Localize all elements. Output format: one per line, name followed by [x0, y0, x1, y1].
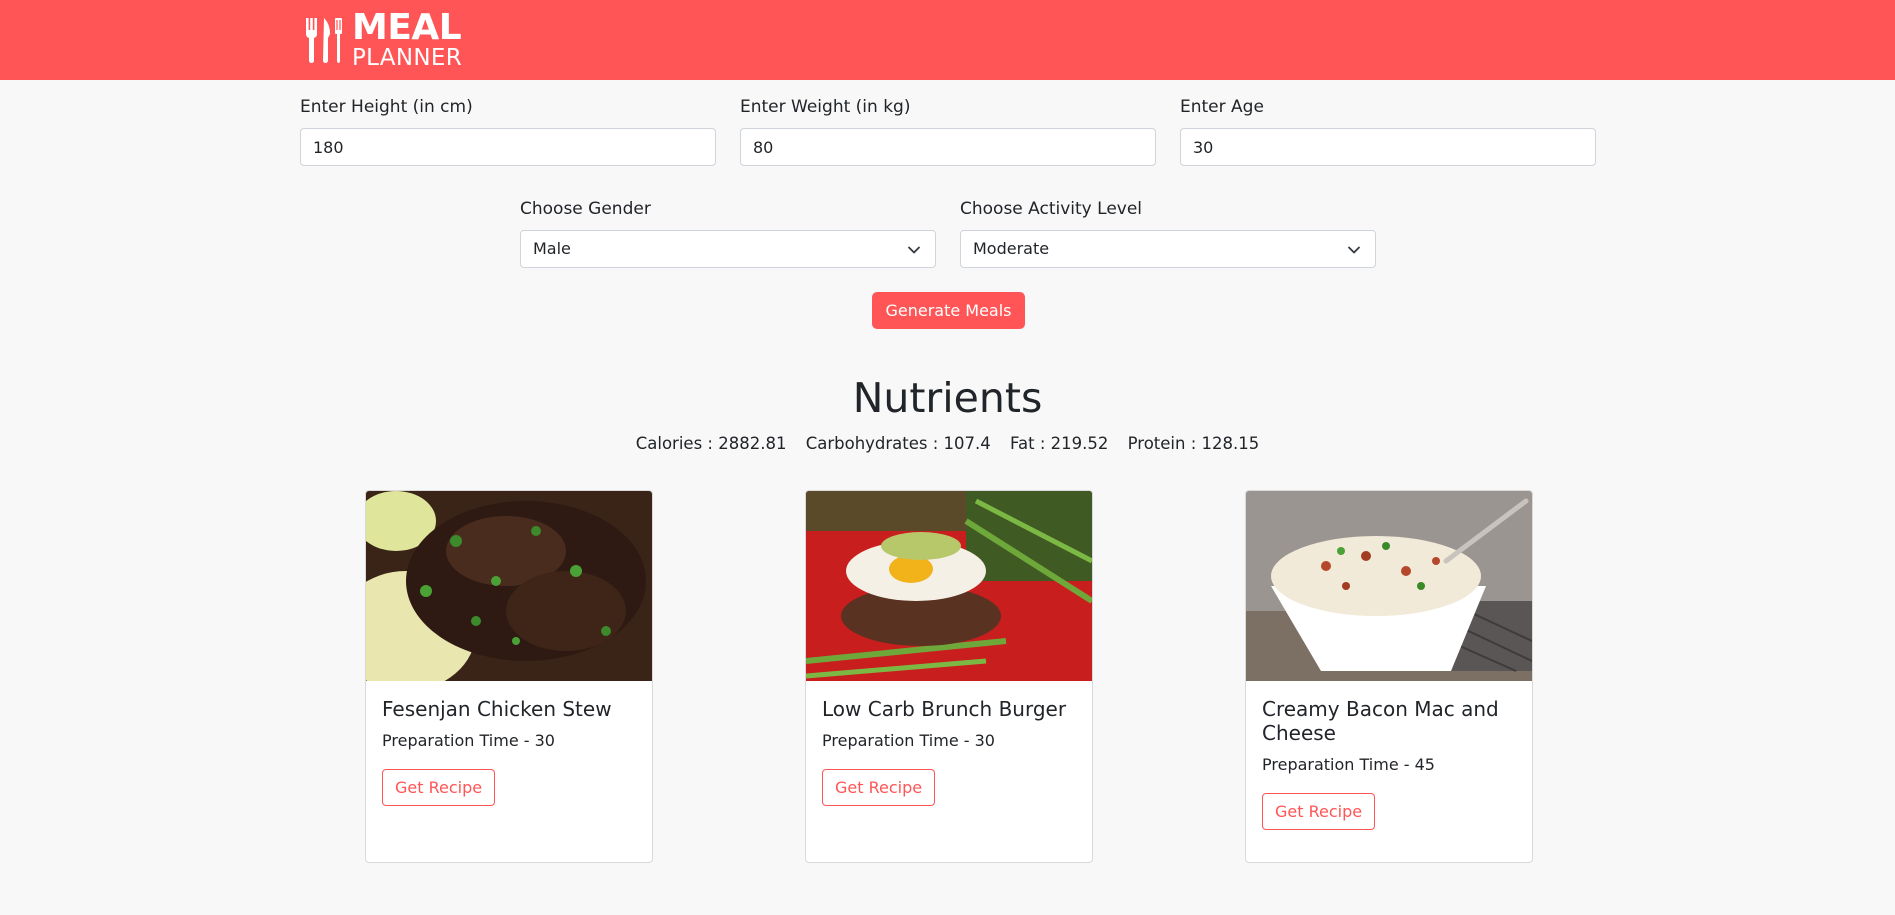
gender-field: Choose Gender Male — [520, 198, 936, 268]
app-header: MEAL PLANNER — [0, 0, 1895, 80]
chevron-down-icon — [1348, 246, 1360, 254]
age-label: Enter Age — [1180, 97, 1264, 117]
get-recipe-button[interactable]: Get Recipe — [1262, 793, 1376, 830]
meal-prep-time: Preparation Time - 45 — [1262, 755, 1435, 774]
meal-prep-time: Preparation Time - 30 — [822, 731, 995, 750]
meal-title: Fesenjan Chicken Stew — [382, 697, 612, 721]
age-input[interactable] — [1180, 128, 1596, 166]
logo-subtitle: PLANNER — [352, 45, 462, 71]
get-recipe-button[interactable]: Get Recipe — [382, 769, 496, 806]
logo-title: MEAL — [352, 7, 462, 48]
get-recipe-button[interactable]: Get Recipe — [822, 769, 936, 806]
meal-image — [366, 491, 652, 681]
meal-image — [806, 491, 1092, 681]
chevron-down-icon — [908, 246, 920, 254]
meal-card: Creamy Bacon Mac and Cheese Preparation … — [1245, 490, 1533, 863]
activity-selected-value: Moderate — [973, 239, 1050, 258]
logo[interactable]: MEAL PLANNER — [304, 10, 462, 70]
gender-select[interactable]: Male — [520, 230, 936, 268]
meal-prep-time: Preparation Time - 30 — [382, 731, 555, 750]
meal-title: Low Carb Brunch Burger — [822, 697, 1067, 721]
nutrients-summary: Calories : 2882.81 Carbohydrates : 107.4… — [0, 434, 1895, 453]
height-input[interactable] — [300, 128, 716, 166]
height-field: Enter Height (in cm) — [300, 96, 716, 166]
utensils-icon — [306, 18, 342, 63]
meal-image — [1246, 491, 1532, 681]
gender-label: Choose Gender — [520, 199, 651, 219]
gender-selected-value: Male — [533, 239, 571, 258]
activity-label: Choose Activity Level — [960, 199, 1143, 219]
activity-field: Choose Activity Level Moderate — [960, 198, 1376, 268]
weight-input[interactable] — [740, 128, 1156, 166]
age-field: Enter Age — [1180, 96, 1596, 166]
weight-label: Enter Weight (in kg) — [740, 97, 911, 117]
generate-meals-button[interactable]: Generate Meals — [872, 292, 1025, 329]
weight-field: Enter Weight (in kg) — [740, 96, 1156, 166]
activity-select[interactable]: Moderate — [960, 230, 1376, 268]
carbohydrates-value: Carbohydrates : 107.4 — [805, 434, 991, 453]
fat-value: Fat : 219.52 — [1010, 434, 1109, 453]
protein-value: Protein : 128.15 — [1127, 434, 1260, 453]
nutrients-heading: Nutrients — [852, 374, 1043, 422]
meal-title: Creamy Bacon Mac and Cheese — [1262, 697, 1499, 745]
meal-card: Fesenjan Chicken Stew Preparation Time -… — [365, 490, 653, 863]
meal-card: Low Carb Brunch Burger Preparation Time … — [805, 490, 1093, 863]
height-label: Enter Height (in cm) — [300, 97, 473, 117]
calories-value: Calories : 2882.81 — [635, 434, 787, 453]
